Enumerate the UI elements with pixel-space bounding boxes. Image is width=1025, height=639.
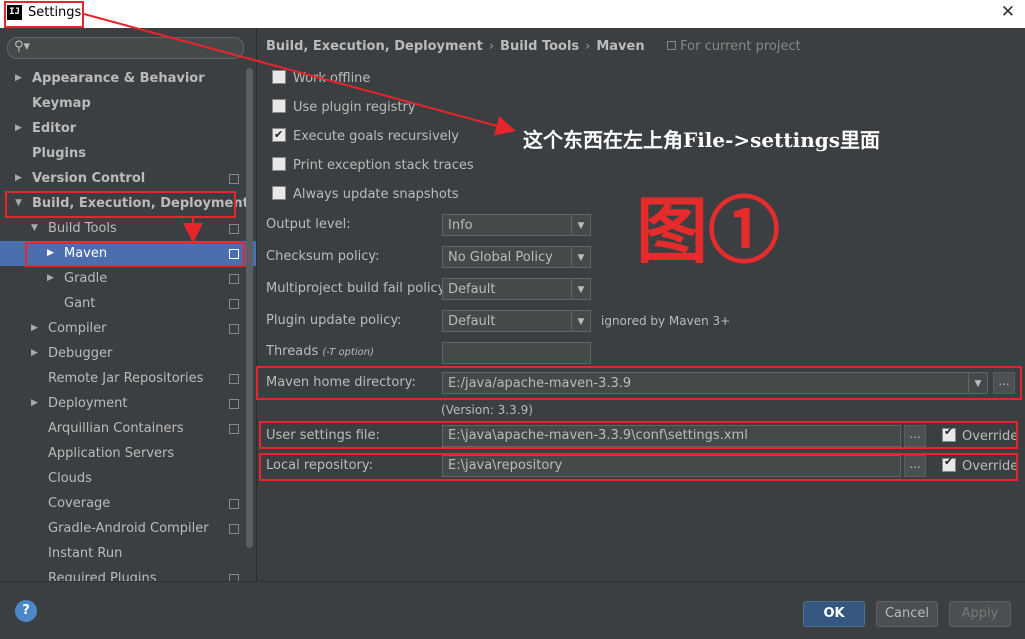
annotation-arrow-to-note bbox=[83, 13, 516, 136]
help-icon[interactable]: ? bbox=[15, 600, 37, 622]
apply-button[interactable]: Apply bbox=[949, 601, 1011, 627]
annotation-arrows bbox=[83, 13, 516, 243]
cancel-button[interactable]: Cancel bbox=[876, 601, 938, 627]
dialog-footer: ? OK Cancel Apply bbox=[0, 581, 1025, 639]
ok-button[interactable]: OK bbox=[803, 601, 865, 627]
